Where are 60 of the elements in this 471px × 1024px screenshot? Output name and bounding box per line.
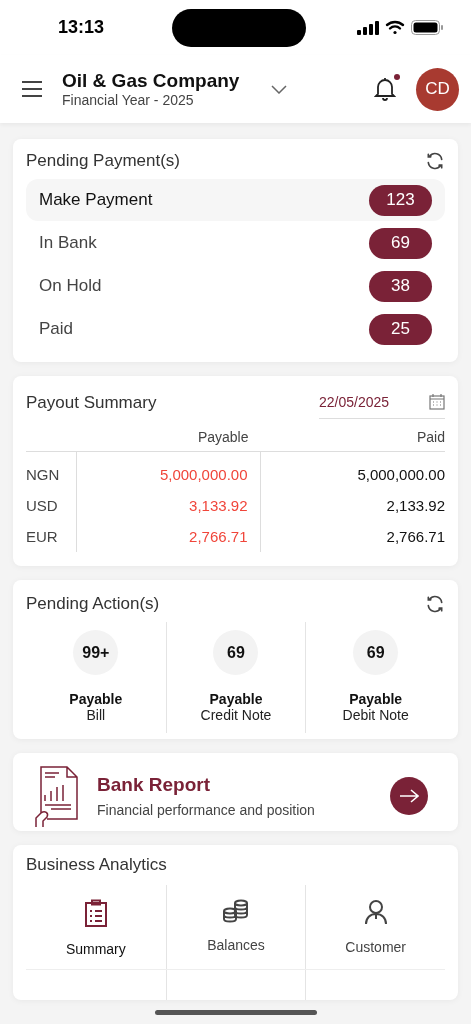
signal-icon (357, 20, 379, 35)
currency-code: EUR (26, 527, 59, 547)
wifi-icon (385, 20, 405, 35)
status-label: Make Payment (39, 190, 153, 210)
payable-amount: 5,000,000.00 (76, 452, 261, 490)
action-type: Debit Note (342, 707, 409, 723)
analytics-tab[interactable]: Customer (305, 885, 445, 969)
menu-icon[interactable] (22, 81, 42, 97)
open-report-button[interactable] (390, 777, 428, 815)
status-label: On Hold (39, 276, 102, 296)
payable-amount: 2,766.71 (76, 521, 261, 552)
status-label: Paid (39, 319, 74, 339)
financial-year: Financial Year - 2025 (62, 92, 195, 108)
arrow-right-icon (399, 789, 419, 803)
count-badge: 25 (369, 313, 432, 345)
payment-status-item[interactable]: On Hold 38 (26, 265, 445, 307)
action-count[interactable]: 69 (353, 630, 399, 675)
status-label: In Bank (39, 233, 97, 253)
card-title: Pending Payment(s) (26, 151, 181, 171)
clipboard-icon (83, 899, 108, 927)
action-label: Payable (69, 691, 123, 707)
action-count[interactable]: 69 (213, 630, 259, 675)
chevron-down-icon[interactable] (271, 84, 288, 94)
paid-amount: 5,000,000.00 (356, 465, 445, 485)
column-header: Payable (76, 429, 261, 452)
analytics-tab[interactable]: Summary (26, 885, 166, 969)
count-badge: 123 (369, 184, 432, 216)
user-avatar[interactable]: CD (416, 67, 459, 111)
action-type: Credit Note (200, 707, 272, 723)
action-type: Bill (86, 707, 106, 723)
battery-icon (411, 20, 443, 35)
action-count[interactable]: 99+ (73, 630, 119, 675)
person-icon (363, 899, 388, 925)
currency-code: USD (26, 496, 59, 516)
status-time: 13:13 (58, 17, 105, 38)
count-badge: 69 (369, 227, 432, 259)
report-description: Financial performance and position (97, 802, 315, 818)
analytics-tab[interactable]: Balances (165, 885, 306, 969)
paid-amount: 2,133.92 (385, 496, 445, 516)
company-name: Oil & Gas Company (62, 70, 240, 92)
paid-amount: 2,766.71 (385, 527, 445, 547)
payment-status-item[interactable]: In Bank 69 (26, 222, 445, 264)
coins-icon (222, 899, 250, 923)
action-label: Payable (349, 691, 403, 707)
card-title: Business Analytics (26, 855, 167, 874)
action-label: Payable (209, 691, 263, 707)
currency-code: NGN (26, 465, 61, 485)
report-title: Bank Report (97, 774, 211, 796)
payable-amount: 3,133.92 (76, 490, 261, 521)
column-header: Paid (260, 429, 445, 452)
calendar-icon (429, 394, 445, 410)
card-title: Payout Summary (26, 392, 157, 413)
notification-bell-icon[interactable] (374, 77, 396, 101)
refresh-icon[interactable] (425, 151, 445, 171)
refresh-icon[interactable] (425, 594, 445, 614)
payment-status-item[interactable]: Paid 25 (26, 308, 445, 350)
date-field[interactable]: 22/05/2025 (319, 394, 445, 419)
count-badge: 38 (369, 270, 432, 302)
payment-status-item[interactable]: Make Payment 123 (26, 179, 445, 221)
card-title: Pending Action(s) (26, 594, 160, 614)
